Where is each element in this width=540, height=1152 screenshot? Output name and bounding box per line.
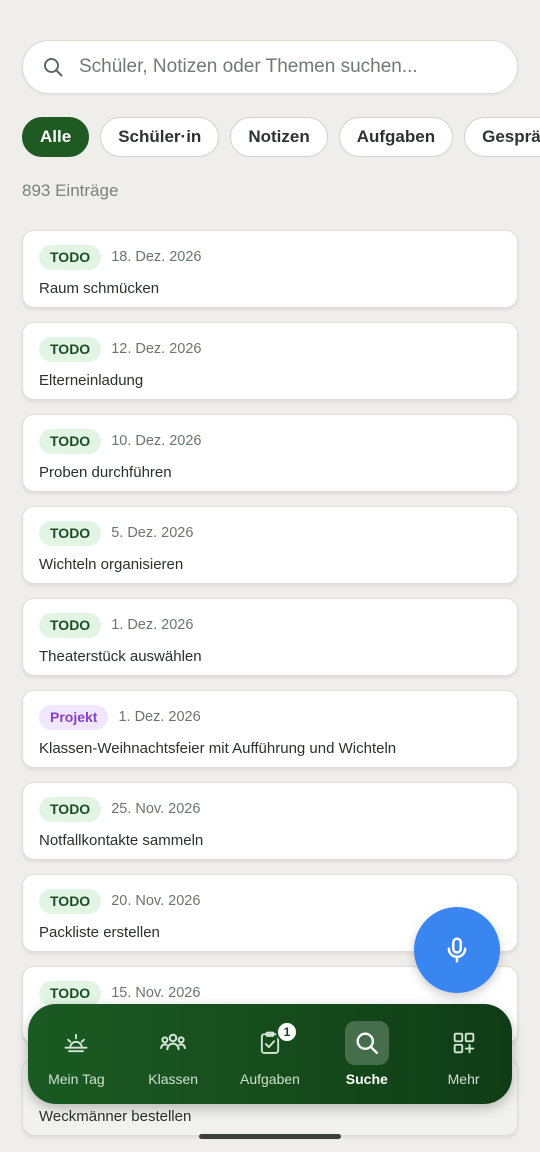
todo-badge: TODO — [39, 428, 102, 454]
entry-title: Theaterstück auswählen — [39, 648, 202, 665]
nav-label: Aufgaben — [240, 1071, 300, 1087]
entry-card[interactable]: TODO 10. Dez. 2026 Proben durchführen — [22, 414, 518, 492]
sunrise-icon — [54, 1021, 98, 1065]
grid-plus-icon — [442, 1021, 486, 1065]
search-input[interactable] — [79, 56, 499, 78]
filter-chip-schueler[interactable]: Schüler·in — [100, 117, 220, 157]
filter-chip-aufgaben[interactable]: Aufgaben — [338, 117, 454, 157]
projekt-badge: Projekt — [39, 704, 109, 730]
entry-date: 10. Dez. 2026 — [111, 433, 202, 449]
result-count: 893 Einträge — [22, 181, 119, 200]
entry-date: 18. Dez. 2026 — [111, 249, 202, 265]
nav-item-mein-tag[interactable]: Mein Tag — [31, 1011, 121, 1097]
entry-card[interactable]: Projekt 1. Dez. 2026 Klassen-Weihnachtsf… — [22, 690, 518, 768]
entry-date: 25. Nov. 2026 — [111, 801, 201, 817]
entry-title: Elterneinladung — [39, 372, 144, 389]
filter-chip-notizen[interactable]: Notizen — [230, 117, 328, 157]
entry-card[interactable]: TODO 18. Dez. 2026 Raum schmücken — [22, 230, 518, 308]
entry-card[interactable]: TODO 1. Dez. 2026 Theaterstück auswählen — [22, 598, 518, 676]
todo-badge: TODO — [39, 980, 102, 1006]
entry-title: Klassen-Weihnachtsfeier mit Aufführung u… — [39, 740, 397, 757]
entry-title: Weckmänner bestellen — [39, 1108, 192, 1125]
search-icon — [344, 1021, 389, 1065]
nav-label: Mein Tag — [48, 1071, 105, 1087]
aufgaben-count-badge: 1 — [275, 1021, 298, 1043]
entry-title: Raum schmücken — [39, 280, 160, 297]
entry-date: 15. Nov. 2026 — [111, 985, 201, 1001]
search-bar[interactable] — [22, 40, 518, 94]
todo-badge: TODO — [39, 888, 102, 914]
filter-chip-gespraeche[interactable]: Gespräche — [464, 117, 540, 157]
filter-chips: Alle Schüler·in Notizen Aufgaben Gespräc… — [22, 117, 540, 157]
todo-badge: TODO — [39, 612, 102, 638]
nav-item-suche[interactable]: Suche — [322, 1011, 412, 1097]
home-indicator[interactable] — [199, 1134, 341, 1139]
search-screen: Alle Schüler·in Notizen Aufgaben Gespräc… — [0, 0, 540, 1152]
microphone-icon — [447, 937, 467, 963]
nav-item-aufgaben[interactable]: 1 Aufgaben — [225, 1011, 315, 1097]
entry-title: Proben durchführen — [39, 464, 172, 481]
entry-date: 20. Nov. 2026 — [111, 893, 201, 909]
todo-badge: TODO — [39, 796, 102, 822]
todo-badge: TODO — [39, 244, 102, 270]
entry-date: 12. Dez. 2026 — [111, 341, 202, 357]
entry-card[interactable]: TODO 5. Dez. 2026 Wichteln organisieren — [22, 506, 518, 584]
nav-label: Mehr — [447, 1071, 480, 1087]
group-icon — [151, 1021, 195, 1065]
entry-title: Wichteln organisieren — [39, 556, 184, 573]
entry-date: 1. Dez. 2026 — [118, 709, 201, 725]
nav-label: Suche — [345, 1071, 388, 1087]
nav-label: Klassen — [148, 1071, 199, 1087]
search-icon — [44, 58, 63, 77]
entry-card[interactable]: TODO 12. Dez. 2026 Elterneinladung — [22, 322, 518, 400]
filter-chip-alle[interactable]: Alle — [22, 117, 90, 157]
bottom-navigation: Mein Tag Klassen 1 Aufgaben Suche Mehr — [28, 1004, 512, 1104]
nav-item-mehr[interactable]: Mehr — [419, 1011, 509, 1097]
entry-date: 1. Dez. 2026 — [111, 617, 194, 633]
entry-card[interactable]: TODO 25. Nov. 2026 Notfallkontakte samme… — [22, 782, 518, 860]
todo-badge: TODO — [39, 336, 102, 362]
entry-title: Notfallkontakte sammeln — [39, 832, 204, 849]
todo-badge: TODO — [39, 520, 102, 546]
nav-item-klassen[interactable]: Klassen — [128, 1011, 218, 1097]
entry-date: 5. Dez. 2026 — [111, 525, 194, 541]
voice-input-button[interactable] — [414, 907, 500, 993]
